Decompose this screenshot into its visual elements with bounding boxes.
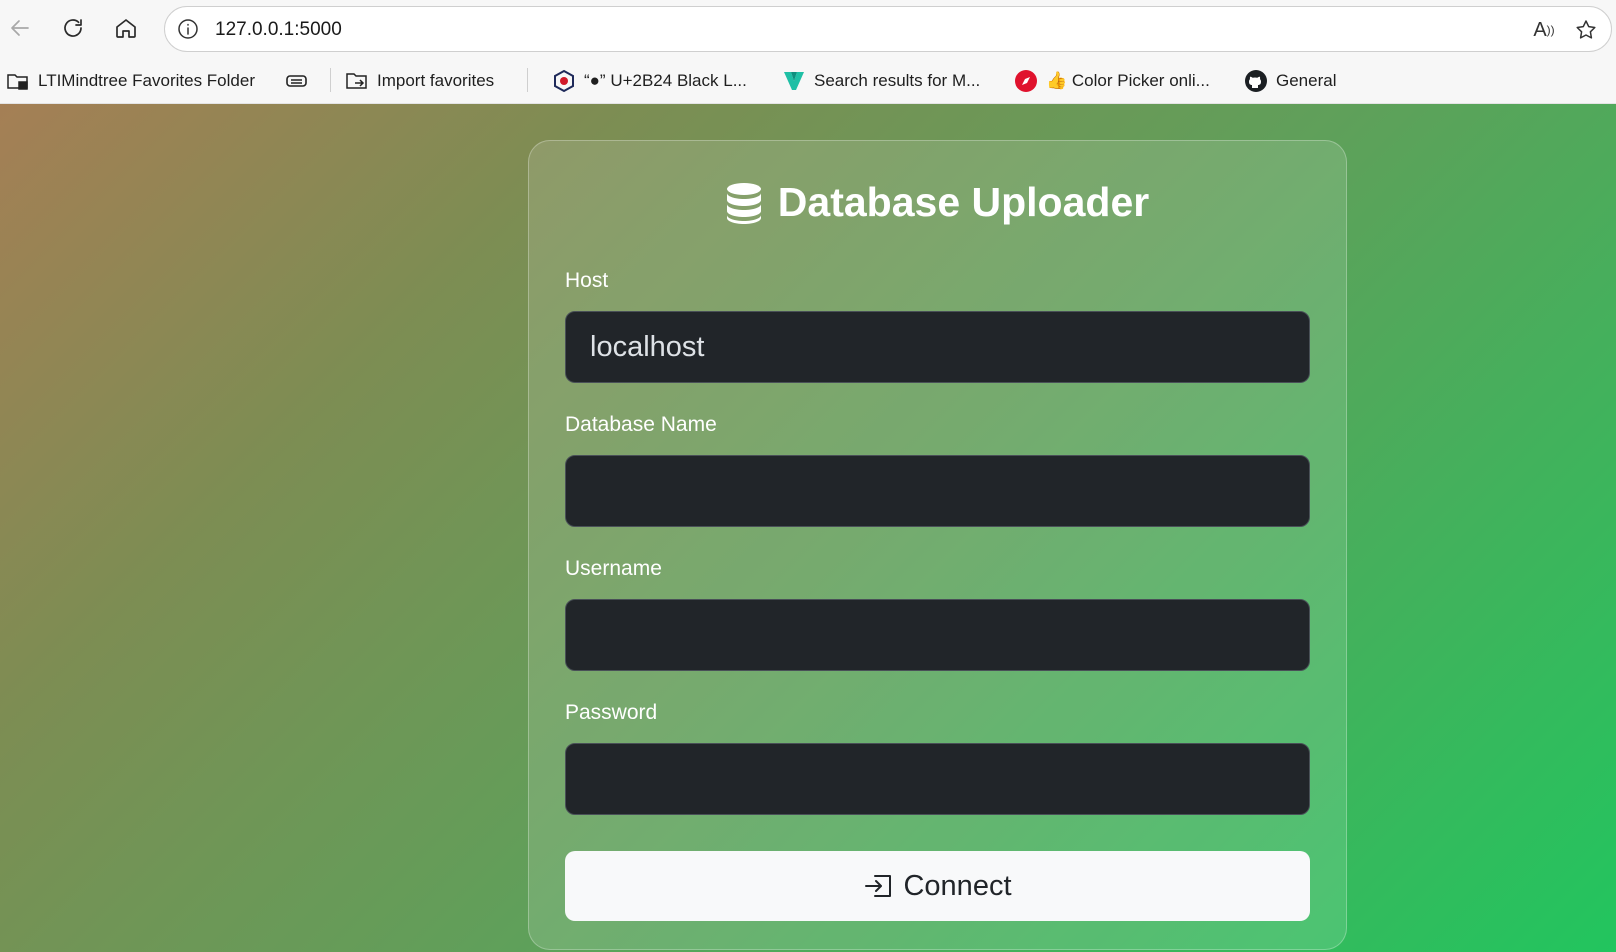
database-name-input[interactable] <box>565 455 1310 527</box>
back-arrow-icon <box>11 20 29 36</box>
url-text[interactable]: 127.0.0.1:5000 <box>215 19 342 41</box>
bookmarks-bar: LTIMindtree Favorites Folder Import favo… <box>0 58 1616 104</box>
github-icon <box>1244 69 1268 93</box>
sign-in-icon <box>863 872 895 900</box>
connect-button-label: Connect <box>903 869 1012 902</box>
bookmark-color-picker[interactable]: 👍 Color Picker onli... <box>1014 66 1210 96</box>
v-logo-icon <box>782 69 806 93</box>
home-icon <box>116 19 136 38</box>
bookmark-black-circle[interactable]: “●” U+2B24 Black L... <box>552 66 747 96</box>
bookmark-divider <box>330 68 331 92</box>
folder-lock-icon <box>6 69 30 93</box>
bookmark-label: Search results for M... <box>814 71 981 90</box>
bookmark-label: “●” U+2B24 Black L... <box>584 71 747 90</box>
collections-icon <box>285 69 309 93</box>
password-input[interactable] <box>565 743 1310 815</box>
database-name-label: Database Name <box>565 413 717 436</box>
page-viewport: Database Uploader Host Database Name Use… <box>0 104 1616 952</box>
refresh-icon <box>64 19 82 37</box>
import-folder-icon <box>345 69 369 93</box>
database-icon <box>726 182 762 224</box>
connection-form-card: Database Uploader Host Database Name Use… <box>528 140 1347 950</box>
bookmark-collections[interactable] <box>285 66 317 96</box>
favorite-star-icon[interactable] <box>1573 17 1599 43</box>
bookmark-ltimindtree-folder[interactable]: LTIMindtree Favorites Folder <box>6 66 255 96</box>
hex-logo-icon <box>552 69 576 93</box>
bookmark-general[interactable]: General <box>1244 66 1336 96</box>
refresh-button[interactable] <box>55 10 91 46</box>
read-aloud-icon[interactable]: A)) <box>1531 17 1557 43</box>
bookmark-search-results[interactable]: Search results for M... <box>782 66 980 96</box>
bookmark-import-favorites[interactable]: Import favorites <box>345 66 494 96</box>
page-title: Database Uploader <box>529 179 1346 226</box>
username-input[interactable] <box>565 599 1310 671</box>
site-info-icon[interactable] <box>177 18 199 40</box>
bookmark-label: General <box>1276 71 1337 90</box>
read-aloud-label: A <box>1533 18 1547 41</box>
bookmark-divider <box>527 68 528 92</box>
connect-button[interactable]: Connect <box>565 851 1310 921</box>
address-bar[interactable]: 127.0.0.1:5000 A)) <box>164 6 1612 52</box>
home-button[interactable] <box>108 10 144 46</box>
compass-icon <box>1014 69 1038 93</box>
bookmark-label: LTIMindtree Favorites Folder <box>38 71 255 90</box>
page-title-text: Database Uploader <box>777 179 1150 225</box>
host-input[interactable] <box>565 311 1310 383</box>
back-button[interactable] <box>2 10 38 46</box>
bookmark-label: Import favorites <box>377 71 495 90</box>
browser-toolbar: 127.0.0.1:5000 A)) <box>0 0 1616 58</box>
bookmark-label: 👍 Color Picker onli... <box>1046 71 1210 90</box>
username-label: Username <box>565 557 662 580</box>
host-label: Host <box>565 269 609 292</box>
password-label: Password <box>565 701 658 724</box>
